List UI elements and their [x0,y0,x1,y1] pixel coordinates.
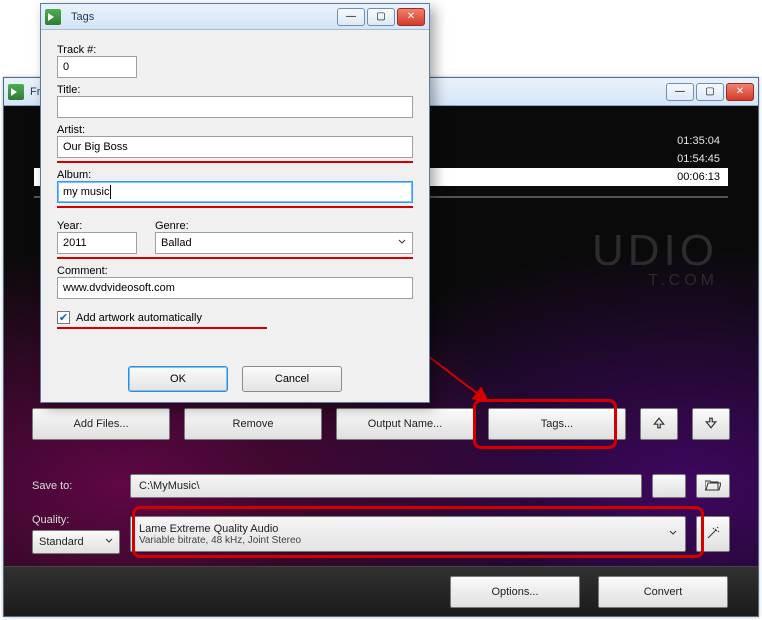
track-label: Track #: [57,44,413,56]
remove-button[interactable]: Remove [184,408,322,440]
artwork-checkbox-row[interactable]: ✔ Add artwork automatically [57,311,413,324]
highlight-underline [57,257,413,259]
quality-row: Quality: Standard Lame Extreme Quality A… [32,514,730,554]
close-button[interactable]: ✕ [726,83,754,101]
album-label: Album: [57,169,413,181]
arrow-up-icon [653,417,665,432]
year-label: Year: [57,220,137,232]
save-to-row: Save to: C:\MyMusic\ ... [32,474,730,498]
convert-button[interactable]: Convert [598,576,728,608]
track-input[interactable]: 0 [57,56,137,78]
genre-select[interactable]: Ballad [155,232,413,254]
tags-titlebar[interactable]: Tags — ▢ ✕ [41,4,429,30]
ellipsis-icon: ... [664,480,673,492]
ok-button[interactable]: OK [128,366,228,392]
artist-input[interactable]: Our Big Boss [57,136,413,158]
tags-button[interactable]: Tags... [488,408,626,440]
text-cursor [110,185,111,199]
chevron-down-icon [398,237,406,249]
arrow-down-icon [705,417,717,432]
year-input[interactable]: 2011 [57,232,137,254]
cancel-button[interactable]: Cancel [242,366,342,392]
title-label: Title: [57,84,413,96]
maximize-button[interactable]: ▢ [696,83,724,101]
options-button[interactable]: Options... [450,576,580,608]
album-input[interactable]: my music [57,181,413,203]
quality-detail-select[interactable]: Lame Extreme Quality Audio Variable bitr… [130,516,686,552]
highlight-underline [57,327,267,329]
artist-label: Artist: [57,124,413,136]
genre-label: Genre: [155,220,413,232]
save-path-input[interactable]: C:\MyMusic\ [130,474,642,498]
quality-preset-select[interactable]: Standard [32,530,120,554]
move-down-button[interactable] [692,408,730,440]
chevron-down-icon [669,528,677,540]
add-files-button[interactable]: Add Files... [32,408,170,440]
dialog-minimize-button[interactable]: — [337,8,365,26]
chevron-down-icon [105,536,113,548]
open-folder-button[interactable] [696,474,730,498]
save-to-label: Save to: [32,480,120,492]
dialog-close-button[interactable]: ✕ [397,8,425,26]
title-input[interactable] [57,96,413,118]
output-name-button[interactable]: Output Name... [336,408,474,440]
tags-dialog: Tags — ▢ ✕ Track #: 0 Title: Artist: Our… [40,3,430,403]
brand-watermark: UDIO T.COM [592,226,718,290]
comment-input[interactable]: www.dvdvideosoft.com [57,277,413,299]
quality-wizard-button[interactable] [696,516,730,552]
dialog-maximize-button[interactable]: ▢ [367,8,395,26]
wand-icon [706,526,720,543]
toolbar: Add Files... Remove Output Name... Tags.… [32,408,730,440]
tags-dialog-title: Tags [71,11,94,23]
artwork-label: Add artwork automatically [76,312,202,324]
app-icon [45,9,61,25]
quality-label: Quality: [32,514,120,526]
comment-label: Comment: [57,265,413,277]
highlight-underline [57,161,413,163]
app-icon [8,84,24,100]
minimize-button[interactable]: — [666,83,694,101]
highlight-underline [57,206,413,208]
tags-body: Track #: 0 Title: Artist: Our Big Boss A… [41,30,429,341]
artwork-checkbox[interactable]: ✔ [57,311,70,324]
tags-dialog-footer: OK Cancel [41,366,429,392]
move-up-button[interactable] [640,408,678,440]
browse-button[interactable]: ... [652,474,686,498]
folder-open-icon [705,479,721,494]
footer: Options... Convert [4,566,758,616]
